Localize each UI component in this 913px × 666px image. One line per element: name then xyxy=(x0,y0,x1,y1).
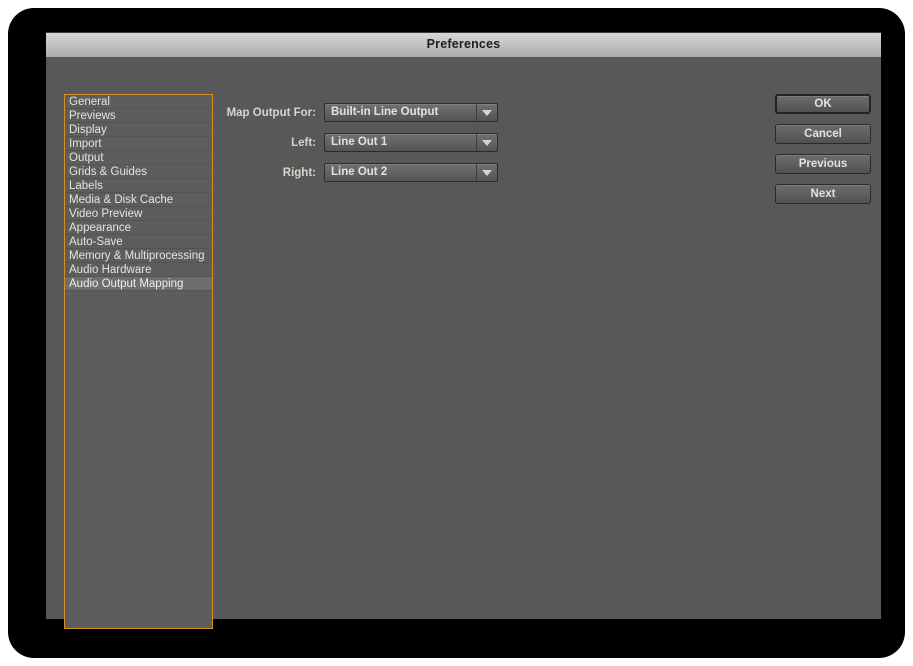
sidebar-item-import[interactable]: Import xyxy=(65,137,212,151)
form-row: Left: Line Out 1 xyxy=(224,132,524,153)
sidebar-item-video-preview[interactable]: Video Preview xyxy=(65,207,212,221)
form-row: Map Output For: Built-in Line Output xyxy=(224,102,524,123)
dropdown-left-channel[interactable]: Line Out 1 xyxy=(324,133,498,152)
sidebar-item-memory-multiprocessing[interactable]: Memory & Multiprocessing xyxy=(65,249,212,263)
dialog-body: General Previews Display Import Output Grids … xyxy=(46,57,881,629)
sidebar-item-appearance[interactable]: Appearance xyxy=(65,221,212,235)
sidebar-item-display[interactable]: Display xyxy=(65,123,212,137)
dialog-title: Preferences xyxy=(426,37,501,51)
form-label: Left: xyxy=(291,136,316,149)
dialog-button-column: OK Cancel Previous Next xyxy=(775,94,871,214)
sidebar-item-media-disk-cache[interactable]: Media & Disk Cache xyxy=(65,193,212,207)
screen-bezel: Preferences General Previews Display Import… xyxy=(8,8,905,658)
audio-output-mapping-form: Map Output For: Built-in Line Output Left:… xyxy=(224,102,524,192)
previous-button[interactable]: Previous xyxy=(775,154,871,174)
dropdown-right-channel[interactable]: Line Out 2 xyxy=(324,163,498,182)
chevron-down-icon[interactable] xyxy=(476,134,497,151)
preferences-category-list[interactable]: General Previews Display Import Output Grids … xyxy=(64,94,213,629)
sidebar-item-previews[interactable]: Previews xyxy=(65,109,212,123)
ok-button[interactable]: OK xyxy=(775,94,871,114)
form-row: Right: Line Out 2 xyxy=(224,162,524,183)
dropdown-value: Line Out 1 xyxy=(331,136,388,148)
sidebar-item-labels[interactable]: Labels xyxy=(65,179,212,193)
sidebar-item-output[interactable]: Output xyxy=(65,151,212,165)
form-label: Right: xyxy=(282,166,316,179)
dropdown-map-output-for[interactable]: Built-in Line Output xyxy=(324,103,498,122)
dropdown-value: Line Out 2 xyxy=(331,166,388,178)
sidebar-item-audio-output-mapping[interactable]: Audio Output Mapping xyxy=(65,277,212,291)
sidebar-item-auto-save[interactable]: Auto-Save xyxy=(65,235,212,249)
dropdown-value: Built-in Line Output xyxy=(331,106,439,118)
dialog-title-bar[interactable]: Preferences xyxy=(46,32,881,57)
sidebar-item-audio-hardware[interactable]: Audio Hardware xyxy=(65,263,212,277)
sidebar-item-general[interactable]: General xyxy=(65,95,212,109)
preferences-dialog: Preferences General Previews Display Import… xyxy=(46,32,881,629)
sidebar-item-grids-guides[interactable]: Grids & Guides xyxy=(65,165,212,179)
form-label: Map Output For: xyxy=(226,106,316,119)
chevron-down-icon[interactable] xyxy=(476,164,497,181)
chevron-down-icon[interactable] xyxy=(476,104,497,121)
cancel-button[interactable]: Cancel xyxy=(775,124,871,144)
next-button[interactable]: Next xyxy=(775,184,871,204)
